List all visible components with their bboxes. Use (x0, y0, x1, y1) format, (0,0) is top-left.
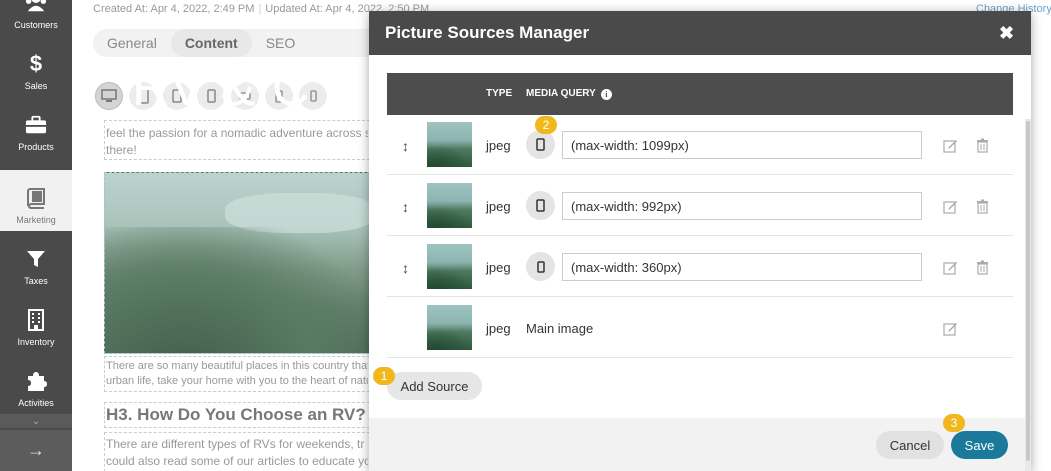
media-query-input[interactable] (562, 253, 922, 281)
briefcase-icon (25, 114, 47, 136)
meta-separator: | (258, 3, 262, 15)
trash-icon[interactable] (976, 199, 989, 214)
modal-scrollbar-thumb[interactable] (1026, 121, 1030, 461)
sidebar-item-label: Activities (18, 398, 54, 408)
sidebar-item-label: Inventory (17, 337, 55, 347)
created-at: Created At: Apr 4, 2022, 2:49 PM (93, 3, 255, 15)
edit-icon[interactable] (943, 321, 958, 336)
hero-forest (105, 227, 369, 353)
intro-line-1: feel the passion for a nomadic adventure… (106, 126, 368, 140)
puzzle-icon (25, 370, 47, 392)
phone-icon (536, 260, 545, 273)
phone-small-icon (309, 90, 317, 102)
hero-title: RV & C (132, 59, 311, 117)
book-icon (25, 187, 47, 209)
body-line-1: There are so many beautiful places in th… (106, 360, 368, 372)
desktop-icon (101, 89, 117, 102)
source-type: jpeg (486, 138, 511, 153)
media-query-input[interactable] (562, 131, 922, 159)
desktop-preview-button[interactable] (95, 82, 123, 110)
tab-general[interactable]: General (93, 29, 171, 57)
sources-table-header: TYPE MEDIA QUERY i (387, 73, 1013, 115)
step-badge-1: 1 (373, 367, 395, 385)
column-media-query-label: MEDIA QUERY (526, 88, 596, 99)
source-type: jpeg (486, 199, 511, 214)
drag-handle-icon[interactable]: ↕ (402, 138, 409, 154)
trash-icon[interactable] (976, 260, 989, 275)
tablet-icon (536, 138, 545, 151)
edit-icon[interactable] (943, 260, 958, 275)
sidebar-collapse-button[interactable]: → (0, 430, 72, 471)
drag-handle-icon[interactable]: ↕ (402, 260, 409, 276)
sidebar-item-customers[interactable]: Customers (0, 0, 72, 36)
sidebar-item-products[interactable]: Products (0, 97, 72, 158)
edit-icon[interactable] (943, 138, 958, 153)
sidebar-item-label: Sales (24, 81, 48, 91)
building-icon (25, 309, 47, 331)
drag-handle-icon[interactable]: ↕ (402, 199, 409, 215)
device-select-button[interactable] (526, 130, 555, 159)
source-type: jpeg (486, 321, 511, 336)
customers-icon (25, 0, 47, 14)
para-line-1: There are different types of RVs for wee… (106, 437, 365, 451)
image-thumbnail (427, 183, 472, 228)
table-row: ↕ jpeg (387, 236, 1013, 297)
modal-title: Picture Sources Manager (385, 23, 590, 42)
body-line-2: urban life, take your home with you to t… (106, 375, 368, 387)
table-row: ↕ jpeg (387, 114, 1013, 175)
edit-icon[interactable] (943, 199, 958, 214)
add-source-button[interactable]: Add Source (387, 372, 482, 400)
dollar-icon: $ (29, 51, 43, 76)
funnel-icon (25, 248, 47, 270)
hero-image-block[interactable] (104, 172, 370, 354)
sidebar-item-marketing[interactable]: Marketing (0, 170, 72, 231)
tabs: General Content SEO (93, 29, 309, 57)
sidebar-item-label: Customers (14, 20, 58, 30)
column-type: TYPE (486, 88, 513, 99)
source-type: jpeg (486, 260, 511, 275)
step-badge-2: 2 (535, 116, 557, 134)
modal-header: Picture Sources Manager ✖ (369, 11, 1031, 55)
tab-content[interactable]: Content (170, 29, 252, 57)
picture-sources-modal: Picture Sources Manager ✖ TYPE MEDIA QUE… (369, 11, 1031, 471)
tab-seo[interactable]: SEO (252, 29, 310, 57)
sidebar-item-inventory[interactable]: Inventory (0, 292, 72, 353)
table-row-main-image: jpeg Main image (387, 297, 1013, 358)
column-media-query: MEDIA QUERY i (526, 88, 612, 100)
sidebar-item-activities[interactable]: Activities (0, 353, 72, 414)
table-row: ↕ jpeg (387, 175, 1013, 236)
sidebar-item-label: Taxes (24, 276, 48, 286)
image-thumbnail (427, 244, 472, 289)
sidebar-item-sales[interactable]: $ Sales (0, 36, 72, 97)
close-icon[interactable]: ✖ (999, 23, 1014, 43)
step-badge-3: 3 (943, 414, 965, 432)
sidebar: Customers $ Sales Products Marketing Tax… (0, 0, 72, 471)
media-query-input[interactable] (562, 192, 922, 220)
sidebar-item-taxes[interactable]: Taxes (0, 231, 72, 292)
save-button[interactable]: Save (951, 431, 1008, 459)
sidebar-item-label: Products (18, 142, 54, 152)
info-icon[interactable]: i (600, 89, 612, 100)
sidebar-scroll-indicator[interactable]: ⌄ (0, 414, 72, 428)
h3-heading: H3. How Do You Choose an RV? (106, 405, 366, 424)
cancel-button[interactable]: Cancel (876, 431, 944, 459)
sidebar-item-label: Marketing (16, 215, 56, 225)
device-select-button[interactable] (526, 252, 555, 281)
tablet-icon (536, 199, 545, 212)
intro-line-2: there! (106, 143, 137, 157)
para-line-2: could also read some of our articles to … (106, 454, 368, 468)
device-select-button[interactable] (526, 191, 555, 220)
trash-icon[interactable] (976, 138, 989, 153)
image-thumbnail (427, 305, 472, 350)
image-thumbnail (427, 122, 472, 167)
main-image-label: Main image (526, 321, 594, 336)
